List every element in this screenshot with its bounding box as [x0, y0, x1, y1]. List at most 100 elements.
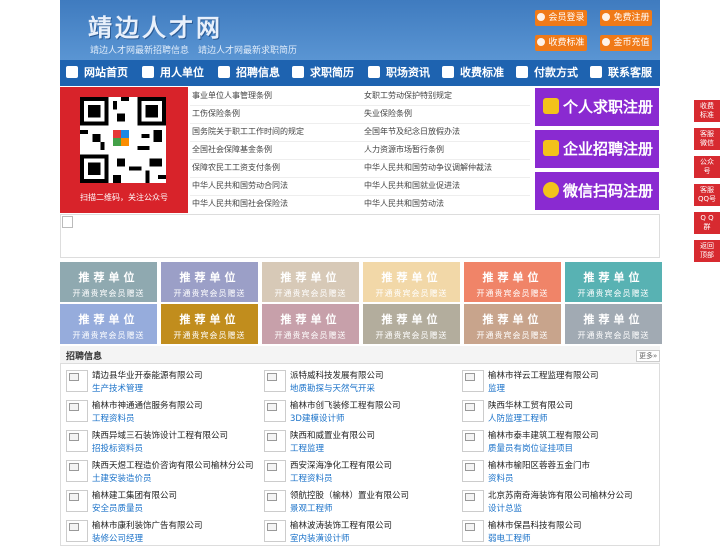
- link-law[interactable]: 事业单位人事管理条例: [192, 87, 272, 105]
- job-position[interactable]: 工程资料员: [92, 412, 135, 424]
- job-position[interactable]: 设计总监: [488, 502, 522, 514]
- company-name[interactable]: 榆林市康利装饰广告有限公司: [92, 519, 203, 531]
- job-position[interactable]: 土建安装造价员: [92, 472, 152, 484]
- link-law[interactable]: 中华人民共和国就业促进法: [364, 177, 460, 195]
- job-position[interactable]: 3D建模设计师: [290, 412, 344, 424]
- nav-contact[interactable]: 联系客服: [590, 60, 652, 86]
- job-position[interactable]: 资料员: [488, 472, 514, 484]
- link-law[interactable]: 中华人民共和国劳动争议调解仲裁法: [364, 159, 492, 177]
- nav-resumes[interactable]: 求职简历: [292, 60, 354, 86]
- company-name[interactable]: 派特威科技发展有限公司: [290, 369, 384, 381]
- side-qq-button[interactable]: 客服 QQ号: [694, 184, 720, 206]
- company-name[interactable]: 北京苏南奇海装饰有限公司榆林分公司: [488, 489, 633, 501]
- job-position[interactable]: 室内装潢设计师: [290, 532, 350, 544]
- company-name[interactable]: 领航控股（榆林）置业有限公司: [290, 489, 409, 501]
- job-item[interactable]: 陕西和威置业有限公司 工程监理: [258, 426, 456, 456]
- job-position[interactable]: 弱电工程师: [488, 532, 531, 544]
- recommend-tile[interactable]: 推荐单位 开通贵宾会员赠送: [363, 304, 460, 344]
- job-item[interactable]: 榆林建工集团有限公司 安全员质量员: [60, 486, 258, 516]
- recommend-tile[interactable]: 推荐单位 开通贵宾会员赠送: [60, 304, 157, 344]
- recommend-tile[interactable]: 推荐单位 开通贵宾会员赠送: [262, 304, 359, 344]
- link-law[interactable]: 工伤保险条例: [192, 105, 240, 123]
- job-item[interactable]: 榆林市康利装饰广告有限公司 装修公司经理: [60, 516, 258, 546]
- ad-banner[interactable]: [60, 214, 660, 258]
- link-law[interactable]: 中华人民共和国劳动合同法: [192, 177, 288, 195]
- company-name[interactable]: 陕西和威置业有限公司: [290, 429, 375, 441]
- recommend-tile[interactable]: 推荐单位 开通贵宾会员赠送: [161, 304, 258, 344]
- company-name[interactable]: 榆林市神通通信服务有限公司: [92, 399, 203, 411]
- job-item[interactable]: 榆林市保昌科技有限公司 弱电工程师: [456, 516, 654, 546]
- job-position[interactable]: 监理: [488, 382, 505, 394]
- job-item[interactable]: 靖边县华业开泰能源有限公司 生产技术管理: [60, 366, 258, 396]
- nav-pricing[interactable]: 收费标准: [442, 60, 504, 86]
- job-item[interactable]: 陕西天煜工程造价咨询有限公司榆林分公司 土建安装造价员: [60, 456, 258, 486]
- recommend-tile[interactable]: 推荐单位 开通贵宾会员赠送: [565, 304, 662, 344]
- job-position[interactable]: 工程监理: [290, 442, 324, 454]
- nav-employers[interactable]: 用人单位: [142, 60, 204, 86]
- side-wechat-button[interactable]: 客服 微信: [694, 128, 720, 150]
- link-law[interactable]: 人力资源市场暂行条例: [364, 141, 444, 159]
- job-item[interactable]: 陕西华林工贸有限公司 人防监理工程师: [456, 396, 654, 426]
- nav-home[interactable]: 网站首页: [66, 60, 128, 86]
- company-name[interactable]: 榆林市保昌科技有限公司: [488, 519, 582, 531]
- company-name[interactable]: 西安深海净化工程有限公司: [290, 459, 392, 471]
- link-law[interactable]: 女职工劳动保护特别规定: [364, 87, 452, 105]
- nav-news[interactable]: 职场资讯: [368, 60, 430, 86]
- link-law[interactable]: 失业保险条例: [364, 105, 412, 123]
- job-item[interactable]: 西安深海净化工程有限公司 工程资料员: [258, 456, 456, 486]
- link-law[interactable]: 中华人民共和国社会保险法: [192, 195, 288, 213]
- job-position[interactable]: 质量员有岗位证挂项目: [488, 442, 573, 454]
- recommend-tile[interactable]: 推荐单位 开通贵宾会员赠送: [262, 262, 359, 302]
- register-button[interactable]: 免费注册: [600, 10, 652, 26]
- company-name[interactable]: 榆林建工集团有限公司: [92, 489, 177, 501]
- nav-payment[interactable]: 付款方式: [516, 60, 578, 86]
- job-item[interactable]: 榆林波涛装饰工程有限公司 室内装潢设计师: [258, 516, 456, 546]
- job-item[interactable]: 榆林市泰丰建筑工程有限公司 质量员有岗位证挂项目: [456, 426, 654, 456]
- company-name[interactable]: 榆林市榆阳区蓉蓉五金门市: [488, 459, 590, 471]
- company-name[interactable]: 陕西异域三石装饰设计工程有限公司: [92, 429, 228, 441]
- recommend-tile[interactable]: 推荐单位 开通贵宾会员赠送: [60, 262, 157, 302]
- job-item[interactable]: 派特威科技发展有限公司 地质勘探与天然气开采: [258, 366, 456, 396]
- job-item[interactable]: 榆林市祥云工程监理有限公司 监理: [456, 366, 654, 396]
- job-position[interactable]: 地质勘探与天然气开采: [290, 382, 375, 394]
- company-name[interactable]: 靖边县华业开泰能源有限公司: [92, 369, 203, 381]
- recommend-tile[interactable]: 推荐单位 开通贵宾会员赠送: [464, 262, 561, 302]
- nav-jobs[interactable]: 招聘信息: [218, 60, 280, 86]
- company-name[interactable]: 陕西天煜工程造价咨询有限公司榆林分公司: [92, 459, 254, 471]
- recommend-tile[interactable]: 推荐单位 开通贵宾会员赠送: [161, 262, 258, 302]
- job-position[interactable]: 安全员质量员: [92, 502, 143, 514]
- job-item[interactable]: 北京苏南奇海装饰有限公司榆林分公司 设计总监: [456, 486, 654, 516]
- job-item[interactable]: 榆林市榆阳区蓉蓉五金门市 资料员: [456, 456, 654, 486]
- link-law[interactable]: 全国社会保障基金条例: [192, 141, 272, 159]
- link-law[interactable]: 全国年节及纪念日放假办法: [364, 123, 460, 141]
- company-name[interactable]: 榆林市创飞装修工程有限公司: [290, 399, 401, 411]
- job-position[interactable]: 工程资料员: [290, 472, 333, 484]
- job-position[interactable]: 生产技术管理: [92, 382, 143, 394]
- job-position[interactable]: 景观工程师: [290, 502, 333, 514]
- site-title[interactable]: 靖边人才网: [88, 8, 223, 43]
- login-button[interactable]: 会员登录: [535, 10, 587, 26]
- pricing-button[interactable]: 收费标准: [535, 35, 587, 51]
- link-law[interactable]: 保障农民工工资支付条例: [192, 159, 280, 177]
- job-item[interactable]: 领航控股（榆林）置业有限公司 景观工程师: [258, 486, 456, 516]
- job-item[interactable]: 榆林市创飞装修工程有限公司 3D建模设计师: [258, 396, 456, 426]
- company-name[interactable]: 榆林市泰丰建筑工程有限公司: [488, 429, 599, 441]
- company-name[interactable]: 榆林市祥云工程监理有限公司: [488, 369, 599, 381]
- recommend-tile[interactable]: 推荐单位 开通贵宾会员赠送: [565, 262, 662, 302]
- job-item[interactable]: 陕西异域三石装饰设计工程有限公司 招投标资料员: [60, 426, 258, 456]
- link-law[interactable]: 中华人民共和国劳动法: [364, 195, 444, 213]
- company-name[interactable]: 榆林波涛装饰工程有限公司: [290, 519, 392, 531]
- register-wechat-button[interactable]: 微信扫码注册: [535, 172, 659, 210]
- job-position[interactable]: 招投标资料员: [92, 442, 143, 454]
- recommend-tile[interactable]: 推荐单位 开通贵宾会员赠送: [363, 262, 460, 302]
- company-name[interactable]: 陕西华林工贸有限公司: [488, 399, 573, 411]
- side-pricing-button[interactable]: 收费 标准: [694, 100, 720, 122]
- more-link[interactable]: 更多»: [636, 350, 661, 362]
- back-to-top-button[interactable]: 返回 顶部: [694, 240, 720, 262]
- job-item[interactable]: 榆林市神通通信服务有限公司 工程资料员: [60, 396, 258, 426]
- job-position[interactable]: 人防监理工程师: [488, 412, 548, 424]
- job-position[interactable]: 装修公司经理: [92, 532, 143, 544]
- side-official-account-button[interactable]: 公众 号: [694, 156, 720, 178]
- link-law[interactable]: 国务院关于职工工作时间的规定: [192, 123, 304, 141]
- register-company-button[interactable]: 企业招聘注册: [535, 130, 659, 168]
